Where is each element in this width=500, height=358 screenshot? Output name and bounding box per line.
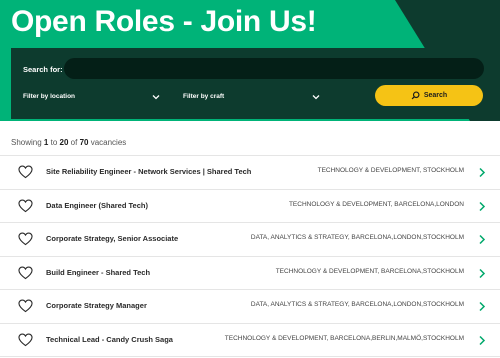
results-to: 20 bbox=[59, 138, 69, 147]
search-input[interactable] bbox=[64, 58, 484, 79]
results-prefix: Showing bbox=[11, 138, 42, 147]
results-from: 1 bbox=[43, 138, 49, 147]
chevron-right-icon[interactable] bbox=[478, 268, 486, 279]
heart-icon[interactable] bbox=[18, 199, 33, 213]
filter-craft-label: Filter by craft bbox=[183, 93, 225, 100]
search-label: Search for: bbox=[23, 65, 63, 74]
chevron-right-icon[interactable] bbox=[478, 301, 486, 312]
results-count: Showing 1 to 20 of 70 vacancies bbox=[11, 138, 126, 147]
results-suffix: vacancies bbox=[90, 138, 127, 147]
heart-icon[interactable] bbox=[18, 165, 33, 179]
chevron-right-icon[interactable] bbox=[478, 234, 486, 245]
job-meta: TECHNOLOGY & DEVELOPMENT, BARCELONA,LOND… bbox=[288, 200, 464, 208]
job-title[interactable]: Corporate Strategy Manager bbox=[46, 301, 147, 310]
search-icon bbox=[411, 91, 420, 100]
page-title: Open Roles - Join Us! bbox=[11, 5, 317, 38]
job-meta: TECHNOLOGY & DEVELOPMENT, STOCKHOLM bbox=[317, 167, 464, 174]
job-title[interactable]: Corporate Strategy, Senior Associate bbox=[46, 234, 178, 243]
job-meta: TECHNOLOGY & DEVELOPMENT, BARCELONA,STOC… bbox=[275, 267, 464, 275]
search-button-label: Search bbox=[423, 92, 448, 99]
job-meta: DATA, ANALYTICS & STRATEGY, BARCELONA,LO… bbox=[250, 301, 464, 309]
job-title[interactable]: Data Engineer (Shared Tech) bbox=[46, 201, 148, 210]
job-title[interactable]: Technical Lead - Candy Crush Saga bbox=[46, 335, 173, 344]
job-row[interactable]: Corporate Strategy Manager DATA, ANALYTI… bbox=[0, 289, 500, 323]
job-row[interactable]: Data Engineer (Shared Tech) TECHNOLOGY &… bbox=[0, 188, 500, 223]
chevron-right-icon[interactable] bbox=[478, 201, 486, 212]
heart-icon[interactable] bbox=[18, 299, 33, 313]
job-meta: DATA, ANALYTICS & STRATEGY, BARCELONA,LO… bbox=[250, 234, 464, 242]
job-title[interactable]: Build Engineer - Shared Tech bbox=[46, 268, 150, 277]
heart-icon[interactable] bbox=[18, 333, 33, 347]
job-row[interactable]: Build Engineer - Shared Tech TECHNOLOGY … bbox=[0, 255, 500, 290]
job-row[interactable]: Technical Lead - Candy Crush Saga TECHNO… bbox=[0, 322, 500, 357]
chevron-right-icon[interactable] bbox=[478, 167, 486, 178]
heart-icon[interactable] bbox=[18, 232, 33, 246]
job-row[interactable]: Corporate Strategy, Senior Associate DAT… bbox=[0, 222, 500, 256]
search-button[interactable]: Search bbox=[375, 85, 483, 106]
chevron-down-icon bbox=[152, 94, 160, 99]
chevron-right-icon[interactable] bbox=[478, 335, 486, 346]
job-title[interactable]: Site Reliability Engineer - Network Serv… bbox=[46, 167, 251, 176]
results-to-word: to bbox=[50, 138, 58, 147]
heart-icon[interactable] bbox=[18, 266, 33, 280]
filter-location-label: Filter by location bbox=[23, 93, 76, 100]
chevron-down-icon bbox=[312, 94, 320, 99]
filter-craft-dropdown[interactable]: Filter by craft bbox=[183, 88, 321, 105]
results-of-word: of bbox=[70, 138, 78, 147]
filter-location-dropdown[interactable]: Filter by location bbox=[23, 88, 161, 105]
job-row[interactable]: Site Reliability Engineer - Network Serv… bbox=[0, 155, 500, 189]
results-total: 70 bbox=[79, 138, 89, 147]
search-panel: Search for: Filter by location Filter by… bbox=[11, 48, 497, 119]
job-meta: TECHNOLOGY & DEVELOPMENT, BARCELONA,BERL… bbox=[224, 334, 464, 342]
job-list: Site Reliability Engineer - Network Serv… bbox=[0, 155, 500, 357]
